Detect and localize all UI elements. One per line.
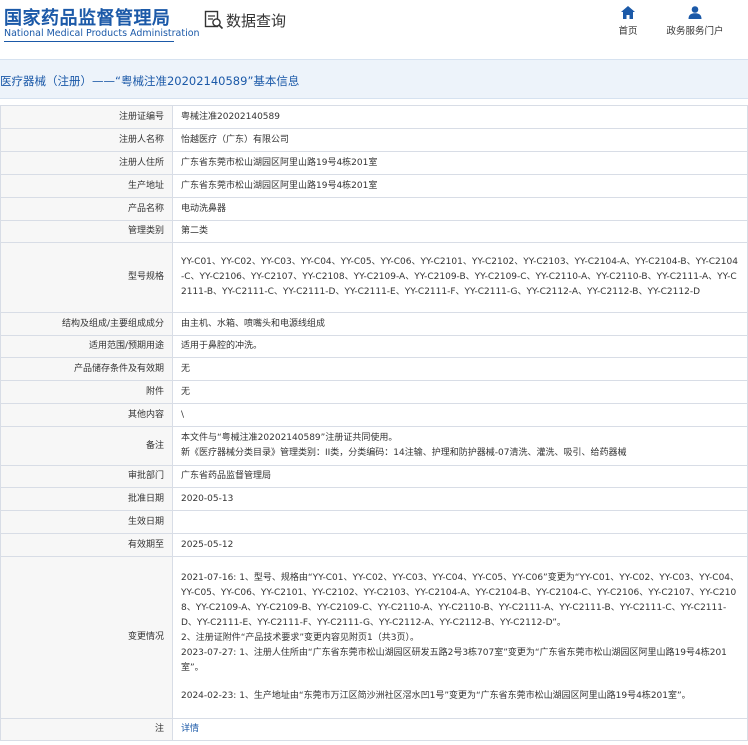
field-value: 广东省东莞市松山湖园区阿里山路19号4栋201室 — [172, 151, 748, 175]
field-label: 附件 — [0, 380, 173, 404]
field-value: 2020-05-13 — [172, 487, 748, 511]
table-row: 适用范围/预期用途 适用于鼻腔的冲洗。 — [0, 335, 748, 358]
nav-home-label: 首页 — [618, 26, 638, 37]
field-label: 产品储存条件及有效期 — [0, 357, 173, 381]
details-link[interactable]: 详情 — [181, 724, 199, 734]
field-value: 第二类 — [172, 220, 748, 243]
field-label: 注册人住所 — [0, 151, 173, 175]
table-row: 注册人住所 广东省东莞市松山湖园区阿里山路19号4栋201室 — [0, 151, 748, 175]
table-row: 生产地址 广东省东莞市松山湖园区阿里山路19号4栋201室 — [0, 174, 748, 198]
data-query-title: 数据查询 — [226, 12, 287, 30]
logo-title[interactable]: 国家药品监督管理局 — [4, 4, 171, 30]
detail-table: 注册证编号 粤械注准20202140589 注册人名称 怡越医疗（广东）有限公司… — [0, 105, 748, 741]
field-value: \ — [172, 403, 748, 427]
data-search-icon — [204, 10, 224, 30]
field-label: 有效期至 — [0, 533, 173, 557]
home-icon — [621, 6, 635, 19]
change-entry: 2024-02-23: 1、生产地址由“东莞市万江区简沙洲社区滘水凹1号”变更为… — [181, 691, 691, 701]
table-row: 注册人名称 怡越医疗（广东）有限公司 — [0, 128, 748, 152]
table-row: 管理类别 第二类 — [0, 220, 748, 243]
record-title-bar: 医疗器械（注册）——“粤械注准20202140589”基本信息 — [0, 59, 748, 99]
field-label: 注册人名称 — [0, 128, 173, 152]
nav-service-portal[interactable]: 政务服务门户 — [664, 6, 726, 37]
user-icon — [688, 6, 702, 19]
field-value: 怡越医疗（广东）有限公司 — [172, 128, 748, 152]
change-history: 2021-07-16: 1、型号、规格由“YY-C01、YY-C02、YY-C0… — [172, 556, 748, 719]
field-value: YY-C01、YY-C02、YY-C03、YY-C04、YY-C05、YY-C0… — [172, 242, 748, 313]
field-label: 其他内容 — [0, 403, 173, 427]
field-value: 由主机、水箱、喷嘴头和电源线组成 — [172, 312, 748, 336]
field-label: 注册证编号 — [0, 105, 173, 129]
field-value: 粤械注准20202140589 — [172, 105, 748, 129]
field-label: 注 — [0, 718, 173, 741]
field-value: 无 — [172, 357, 748, 381]
table-row: 注册证编号 粤械注准20202140589 — [0, 105, 748, 129]
field-label: 变更情况 — [0, 556, 173, 719]
field-label: 备注 — [0, 426, 173, 466]
remark-line: 本文件与“粤械注准20202140589”注册证共同使用。 — [181, 433, 398, 443]
logo-subtitle: National Medical Products Administration — [4, 28, 200, 39]
logo-underline — [4, 41, 174, 42]
field-label: 适用范围/预期用途 — [0, 335, 173, 358]
nav-service-label: 政务服务门户 — [666, 26, 724, 37]
table-row: 审批部门 广东省药品监督管理局 — [0, 465, 748, 488]
field-value: 广东省药品监督管理局 — [172, 465, 748, 488]
table-row: 批准日期 2020-05-13 — [0, 487, 748, 511]
table-row: 附件 无 — [0, 380, 748, 404]
field-value: 电动洗鼻器 — [172, 197, 748, 221]
field-label: 型号规格 — [0, 242, 173, 313]
field-value: 适用于鼻腔的冲洗。 — [172, 335, 748, 358]
table-row: 产品名称 电动洗鼻器 — [0, 197, 748, 221]
field-label: 结构及组成/主要组成成分 — [0, 312, 173, 336]
change-entry: 2023-07-27: 1、注册人住所由“广东省东莞市松山湖园区研发五路2号3栋… — [181, 648, 727, 673]
remark-line: 新《医疗器械分类目录》管理类别：II类，分类编码：14注输、护理和防护器械-07… — [181, 448, 627, 458]
record-title: 医疗器械（注册）——“粤械注准20202140589”基本信息 — [0, 74, 300, 88]
field-value: 详情 — [172, 718, 748, 741]
field-label: 管理类别 — [0, 220, 173, 243]
table-row: 其他内容 \ — [0, 403, 748, 427]
field-label: 审批部门 — [0, 465, 173, 488]
field-value — [172, 510, 748, 534]
table-row: 生效日期 — [0, 510, 748, 534]
nav-home[interactable]: 首页 — [614, 6, 642, 37]
field-value: 2025-05-12 — [172, 533, 748, 557]
field-label: 生效日期 — [0, 510, 173, 534]
table-row: 产品储存条件及有效期 无 — [0, 357, 748, 381]
change-entry: 2、注册证附件“产品技术要求”变更内容见附页1（共3页）。 — [181, 633, 420, 643]
site-header: 国家药品监督管理局 National Medical Products Admi… — [0, 0, 748, 56]
field-label: 生产地址 — [0, 174, 173, 198]
table-row: 有效期至 2025-05-12 — [0, 533, 748, 557]
table-row: 变更情况 2021-07-16: 1、型号、规格由“YY-C01、YY-C02、… — [0, 556, 748, 719]
field-value: 本文件与“粤械注准20202140589”注册证共同使用。 新《医疗器械分类目录… — [172, 426, 748, 466]
field-value: 无 — [172, 380, 748, 404]
table-row: 结构及组成/主要组成成分 由主机、水箱、喷嘴头和电源线组成 — [0, 312, 748, 336]
table-row: 备注 本文件与“粤械注准20202140589”注册证共同使用。 新《医疗器械分… — [0, 426, 748, 466]
table-row: 注 详情 — [0, 718, 748, 741]
change-entry: 2021-07-16: 1、型号、规格由“YY-C01、YY-C02、YY-C0… — [181, 573, 740, 628]
field-label: 产品名称 — [0, 197, 173, 221]
field-value: 广东省东莞市松山湖园区阿里山路19号4栋201室 — [172, 174, 748, 198]
field-label: 批准日期 — [0, 487, 173, 511]
table-row: 型号规格 YY-C01、YY-C02、YY-C03、YY-C04、YY-C05、… — [0, 242, 748, 313]
